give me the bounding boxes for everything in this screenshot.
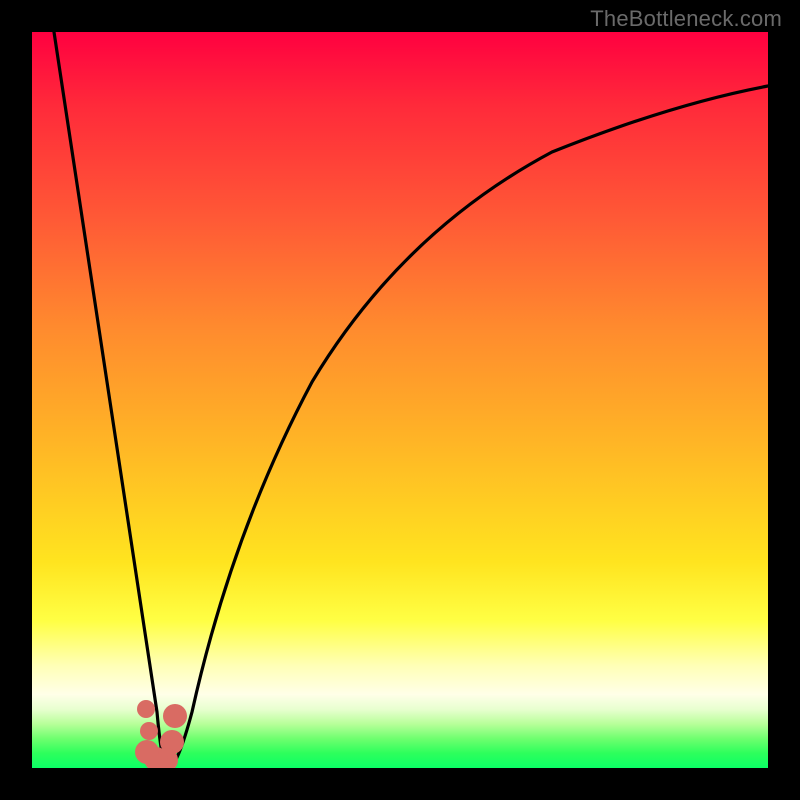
curves-svg	[32, 32, 768, 768]
marker-dot-a	[137, 700, 155, 718]
marker-group	[135, 700, 187, 768]
watermark-text: TheBottleneck.com	[590, 6, 782, 32]
marker-j-foot3	[135, 740, 159, 764]
chart-frame: TheBottleneck.com	[0, 0, 800, 800]
marker-j-head	[163, 704, 187, 728]
plot-area	[32, 32, 768, 768]
marker-dot-b	[140, 722, 158, 740]
bottleneck-curve-path	[54, 32, 768, 768]
